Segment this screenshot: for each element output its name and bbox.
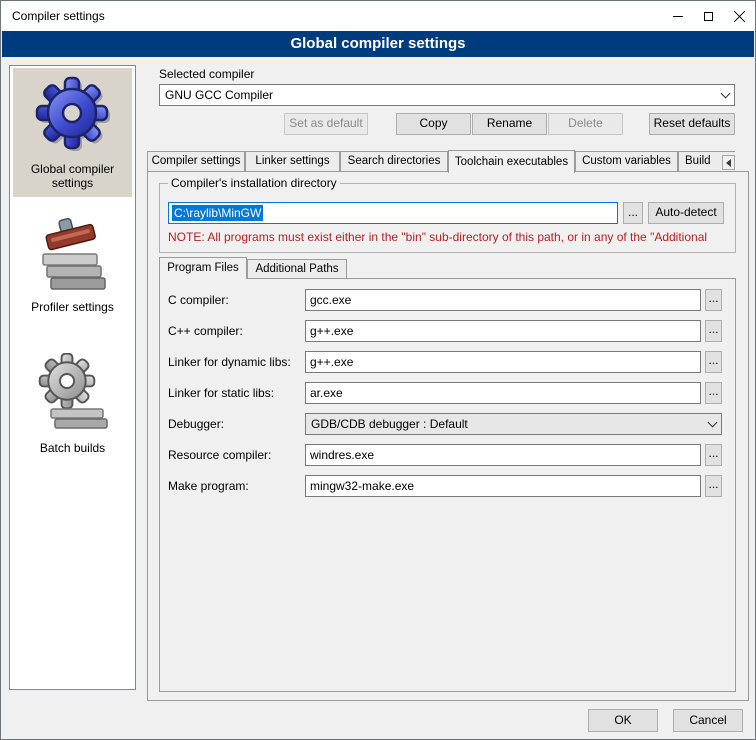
tab-scroll-left-button[interactable] xyxy=(722,155,735,170)
debugger-value: GDB/CDB debugger : Default xyxy=(306,417,704,431)
static-linker-row: Linker for static libs: ... xyxy=(160,382,735,404)
browse-directory-button[interactable]: ... xyxy=(623,202,643,224)
cpp-compiler-input[interactable] xyxy=(305,320,701,342)
c-compiler-label: C compiler: xyxy=(168,293,229,307)
titlebar[interactable]: Compiler settings xyxy=(1,1,755,31)
make-program-input[interactable] xyxy=(305,475,701,497)
profiler-tool-icon xyxy=(37,212,109,295)
static-linker-browse-button[interactable]: ... xyxy=(705,382,722,404)
make-program-label: Make program: xyxy=(168,479,249,493)
program-files-tab-strip: Program Files Additional Paths xyxy=(159,257,347,279)
settings-tab-strip: Compiler settings Linker settings Search… xyxy=(147,150,735,173)
compiler-settings-dialog: Compiler settings Global compiler settin… xyxy=(0,0,756,740)
rename-button[interactable]: Rename xyxy=(472,113,547,135)
static-linker-label: Linker for static libs: xyxy=(168,386,274,400)
sidebar-item-label: Global compiler settings xyxy=(13,162,132,190)
installation-directory-value: C:\raylib\MinGW xyxy=(172,205,263,221)
cpp-compiler-row: C++ compiler: ... xyxy=(160,320,735,342)
cancel-button[interactable]: Cancel xyxy=(673,709,743,732)
cpp-compiler-label: C++ compiler: xyxy=(168,324,243,338)
tab-linker-settings[interactable]: Linker settings xyxy=(245,151,340,171)
ok-button[interactable]: OK xyxy=(588,709,658,732)
tab-search-directories[interactable]: Search directories xyxy=(340,151,448,171)
maximize-button[interactable] xyxy=(693,1,724,31)
chevron-down-icon[interactable] xyxy=(717,85,734,105)
installation-directory-group-title: Compiler's installation directory xyxy=(168,176,340,190)
minimize-icon xyxy=(673,16,683,17)
bin-subdirectory-note: NOTE: All programs must exist either in … xyxy=(168,230,729,244)
c-compiler-browse-button[interactable]: ... xyxy=(705,289,722,311)
selected-compiler-dropdown[interactable]: GNU GCC Compiler xyxy=(159,84,735,106)
program-files-page: C compiler: ... C++ compiler: ... Linker… xyxy=(159,278,736,692)
make-program-browse-button[interactable]: ... xyxy=(705,475,722,497)
chevron-down-icon[interactable] xyxy=(704,414,721,434)
resource-compiler-label: Resource compiler: xyxy=(168,448,271,462)
sidebar-item-batch-builds[interactable]: Batch builds xyxy=(13,347,132,462)
c-compiler-input[interactable] xyxy=(305,289,701,311)
resource-compiler-input[interactable] xyxy=(305,444,701,466)
dynamic-linker-label: Linker for dynamic libs: xyxy=(168,355,291,369)
set-as-default-button[interactable]: Set as default xyxy=(284,113,368,135)
debugger-dropdown[interactable]: GDB/CDB debugger : Default xyxy=(305,413,722,435)
batch-builds-gear-icon xyxy=(37,353,109,436)
selected-compiler-value: GNU GCC Compiler xyxy=(160,88,717,102)
copy-button[interactable]: Copy xyxy=(396,113,471,135)
resource-compiler-row: Resource compiler: ... xyxy=(160,444,735,466)
sidebar-item-label: Profiler settings xyxy=(31,300,114,314)
installation-directory-input[interactable]: C:\raylib\MinGW xyxy=(168,202,618,224)
debugger-label: Debugger: xyxy=(168,417,224,431)
close-icon xyxy=(733,10,746,23)
debugger-row: Debugger: GDB/CDB debugger : Default xyxy=(160,413,735,435)
tab-compiler-settings[interactable]: Compiler settings xyxy=(147,151,245,171)
static-linker-input[interactable] xyxy=(305,382,701,404)
tab-toolchain-executables[interactable]: Toolchain executables xyxy=(448,150,575,173)
selected-compiler-label: Selected compiler xyxy=(159,67,254,81)
page-title: Global compiler settings xyxy=(2,31,754,57)
reset-defaults-button[interactable]: Reset defaults xyxy=(649,113,735,135)
scroll-left-icon xyxy=(726,159,731,167)
tab-additional-paths[interactable]: Additional Paths xyxy=(247,259,347,278)
sidebar-item-global-compiler-settings[interactable]: Global compiler settings xyxy=(13,68,132,197)
cpp-compiler-browse-button[interactable]: ... xyxy=(705,320,722,342)
minimize-button[interactable] xyxy=(662,1,693,31)
window-title: Compiler settings xyxy=(1,9,105,23)
installation-directory-group: Compiler's installation directory C:\ray… xyxy=(159,183,736,253)
sidebar-item-profiler-settings[interactable]: Profiler settings xyxy=(13,206,132,321)
auto-detect-button[interactable]: Auto-detect xyxy=(648,202,724,224)
compiler-gear-icon xyxy=(33,74,113,157)
delete-button[interactable]: Delete xyxy=(548,113,623,135)
make-program-row: Make program: ... xyxy=(160,475,735,497)
dynamic-linker-row: Linker for dynamic libs: ... xyxy=(160,351,735,373)
dynamic-linker-browse-button[interactable]: ... xyxy=(705,351,722,373)
close-button[interactable] xyxy=(724,1,755,31)
tab-custom-variables[interactable]: Custom variables xyxy=(575,151,678,171)
settings-category-sidebar: Global compiler settings Prof xyxy=(9,65,136,690)
window-controls xyxy=(662,1,755,31)
dynamic-linker-input[interactable] xyxy=(305,351,701,373)
toolchain-executables-page: Compiler's installation directory C:\ray… xyxy=(147,171,749,701)
tab-program-files[interactable]: Program Files xyxy=(159,257,247,279)
maximize-icon xyxy=(704,12,713,21)
c-compiler-row: C compiler: ... xyxy=(160,289,735,311)
sidebar-item-label: Batch builds xyxy=(40,441,105,455)
resource-compiler-browse-button[interactable]: ... xyxy=(705,444,722,466)
